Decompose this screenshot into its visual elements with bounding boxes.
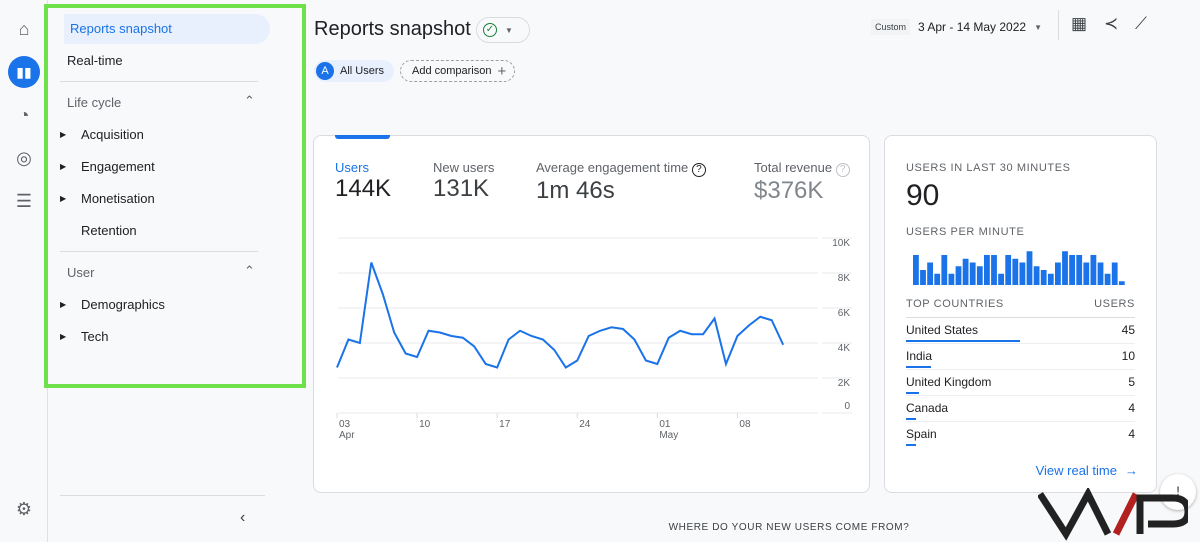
per-minute-bar xyxy=(998,273,1004,285)
per-minute-bar xyxy=(955,266,962,285)
per-minute-bar xyxy=(984,255,990,285)
wp-watermark-logo xyxy=(1038,488,1188,541)
per-minute-bar xyxy=(1111,262,1118,285)
per-minute-bar xyxy=(1019,262,1026,285)
per-minute-bar xyxy=(941,255,948,285)
per-minute-bar xyxy=(1097,262,1104,285)
per-minute-bar xyxy=(920,270,926,285)
per-minute-bar xyxy=(1026,251,1033,285)
per-minute-bar xyxy=(969,262,976,285)
per-minute-bar xyxy=(934,273,941,285)
per-minute-bar xyxy=(976,266,983,285)
per-minute-bar xyxy=(1005,255,1012,285)
per-minute-bar xyxy=(913,255,919,285)
per-minute-bar xyxy=(1033,266,1040,285)
per-minute-bar xyxy=(1047,273,1054,285)
per-minute-bar xyxy=(1069,255,1075,285)
per-minute-bar xyxy=(927,262,933,285)
per-minute-bar xyxy=(1104,273,1111,285)
section-heading: WHERE DO YOUR NEW USERS COME FROM? xyxy=(668,522,910,533)
per-minute-bar xyxy=(1083,262,1090,285)
per-minute-bar xyxy=(1076,255,1083,285)
per-minute-bar xyxy=(1055,262,1061,285)
users-per-minute-chart xyxy=(913,251,1125,285)
per-minute-bar xyxy=(948,273,955,285)
per-minute-bar xyxy=(962,258,969,285)
per-minute-bar xyxy=(1090,255,1097,285)
per-minute-bar xyxy=(1040,270,1047,285)
per-minute-bar xyxy=(1012,258,1019,285)
per-minute-bar xyxy=(1118,281,1125,285)
per-minute-bar xyxy=(991,255,997,285)
per-minute-bar xyxy=(1062,251,1068,285)
